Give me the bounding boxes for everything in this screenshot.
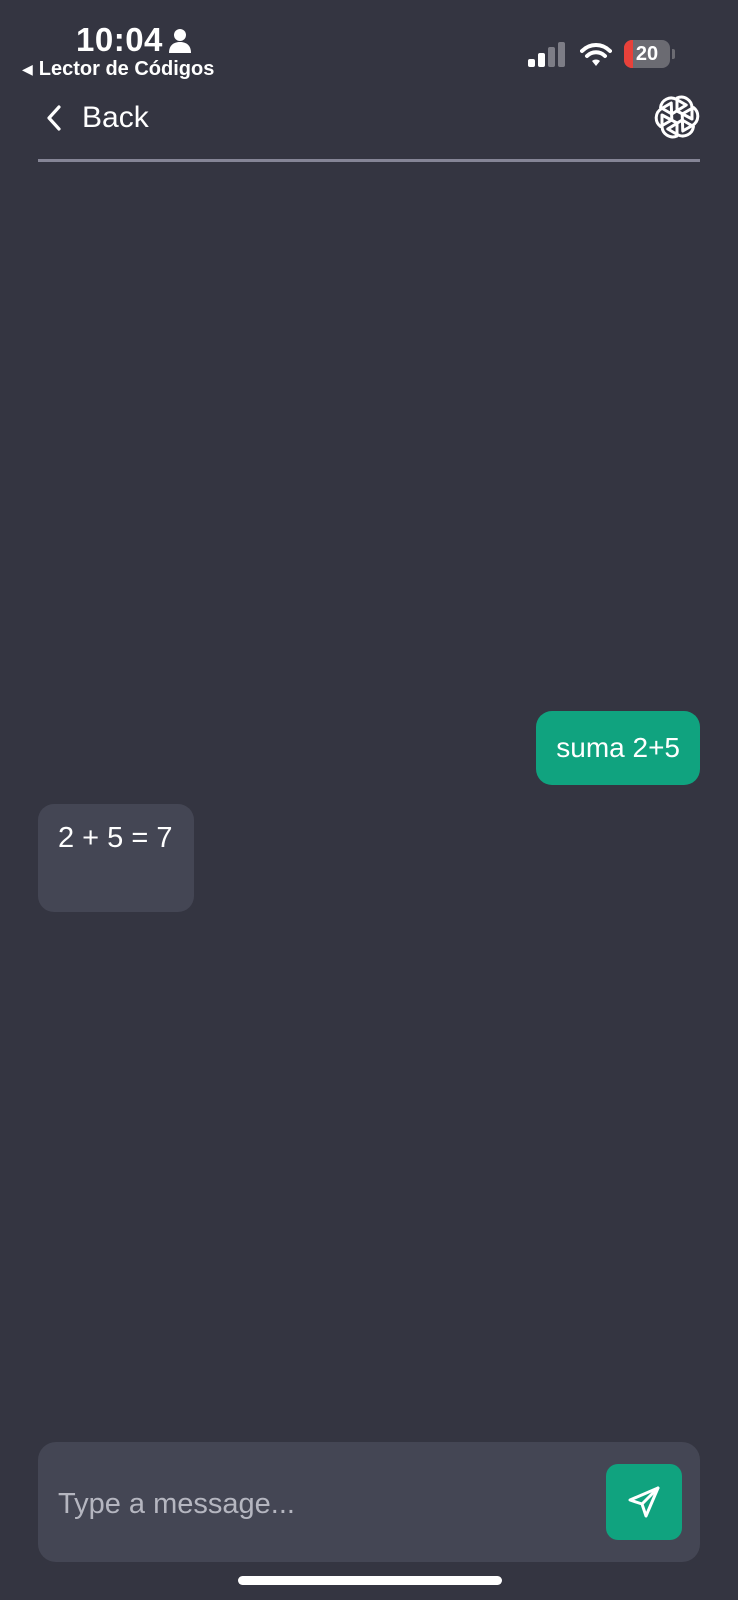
send-button[interactable] bbox=[606, 1464, 682, 1540]
status-time: 10:04 bbox=[76, 21, 163, 58]
chevron-left-icon bbox=[47, 105, 61, 131]
send-icon bbox=[628, 1486, 660, 1518]
back-button[interactable]: Back bbox=[44, 96, 149, 140]
back-triangle-icon: ◀ bbox=[22, 61, 33, 77]
wifi-icon bbox=[580, 43, 612, 66]
return-app-label: Lector de Códigos bbox=[38, 58, 215, 80]
back-label: Back bbox=[82, 101, 149, 134]
message-composer bbox=[38, 1442, 700, 1562]
battery-level: 20 bbox=[635, 43, 659, 65]
home-indicator bbox=[238, 1576, 502, 1585]
user-message-bubble: suma 2+5 bbox=[536, 711, 700, 785]
person-icon bbox=[169, 29, 191, 53]
battery-cap bbox=[672, 49, 675, 59]
header-divider bbox=[38, 159, 700, 162]
battery-indicator: 20 bbox=[624, 40, 675, 68]
message-input[interactable] bbox=[56, 1472, 600, 1536]
cellular-signal-icon bbox=[528, 42, 565, 67]
assistant-message-bubble: 2 + 5 = 7 bbox=[38, 804, 194, 912]
openai-logo-icon bbox=[652, 92, 702, 142]
return-to-app-link[interactable]: ◀ Lector de Códigos bbox=[22, 56, 214, 82]
